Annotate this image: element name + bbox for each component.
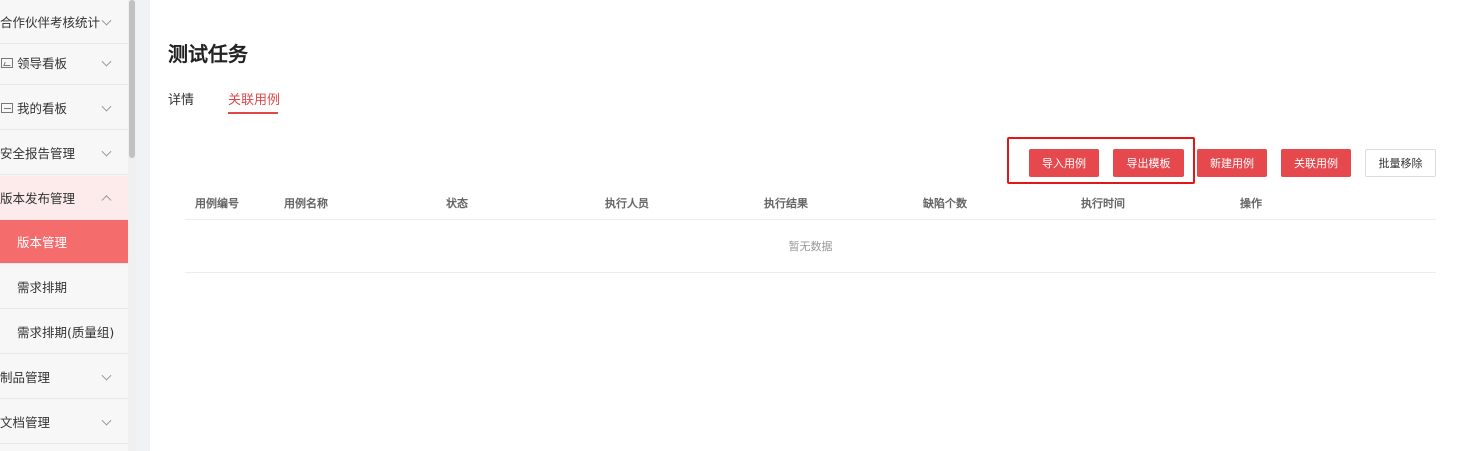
sidebar-item-version-management[interactable]: 版本管理 xyxy=(0,220,128,264)
chevron-down-icon xyxy=(101,370,112,381)
sidebar-item-label: 需求排期 xyxy=(17,280,68,295)
import-cases-button[interactable]: 导入用例 xyxy=(1029,149,1099,177)
sidebar-item-partner-stats[interactable]: 合作伙伴考核统计 xyxy=(0,0,128,44)
tab-detail[interactable]: 详情 xyxy=(168,89,194,108)
empty-placeholder: 暂无数据 xyxy=(788,240,833,253)
sidebar-item-label: 安全报告管理 xyxy=(0,146,76,161)
board-icon xyxy=(1,102,13,113)
link-cases-button[interactable]: 关联用例 xyxy=(1281,149,1351,177)
sidebar-item-leader-board[interactable]: 领导看板 xyxy=(0,41,128,85)
chevron-down-icon xyxy=(101,101,112,112)
sidebar-item-my-board[interactable]: 我的看板 xyxy=(0,86,128,130)
column-header: 状态 xyxy=(446,197,468,210)
scrollbar-thumb[interactable] xyxy=(129,0,135,158)
column-header: 用例名称 xyxy=(284,197,328,210)
sidebar-item-document-management[interactable]: 文档管理 xyxy=(0,400,128,444)
chevron-down-icon xyxy=(101,415,112,426)
chevron-down-icon xyxy=(101,15,112,26)
page-title: 测试任务 xyxy=(168,42,248,66)
sidebar-scrollbar[interactable] xyxy=(128,0,136,451)
chevron-down-icon xyxy=(101,146,112,157)
sidebar-item-requirement-schedule-qa[interactable]: 需求排期(质量组) xyxy=(0,310,128,354)
sidebar-item-label: 版本发布管理 xyxy=(0,191,76,206)
sidebar-item-label: 制品管理 xyxy=(0,370,51,385)
chevron-up-icon xyxy=(101,194,112,205)
sidebar-item-release-management[interactable]: 版本发布管理 xyxy=(0,176,128,220)
table-empty-row: 暂无数据 xyxy=(185,220,1436,273)
column-header: 执行人员 xyxy=(605,197,649,210)
column-header: 执行结果 xyxy=(764,197,808,210)
tab-linked-cases[interactable]: 关联用例 xyxy=(228,89,280,108)
export-template-button[interactable]: 导出模板 xyxy=(1113,149,1184,177)
column-header: 操作 xyxy=(1240,197,1262,210)
main-panel: 测试任务 详情 关联用例 导入用例 导出模板 新建用例 关联用例 批量移除 用例… xyxy=(150,0,1464,451)
sidebar-item-label: 领导看板 xyxy=(17,56,68,71)
batch-remove-button[interactable]: 批量移除 xyxy=(1365,149,1436,177)
sidebar-item-label: 需求排期(质量组) xyxy=(17,325,115,340)
sidebar-item-security-report[interactable]: 安全报告管理 xyxy=(0,131,128,175)
sidebar-item-requirement-schedule[interactable]: 需求排期 xyxy=(0,265,128,309)
sidebar: 合作伙伴考核统计 领导看板 我的看板 安全报告管理 版本发布管理 版本管理 需求… xyxy=(0,0,128,451)
column-header: 执行时间 xyxy=(1081,197,1125,210)
sidebar-item-artifact-management[interactable]: 制品管理 xyxy=(0,355,128,399)
sidebar-item-label: 文档管理 xyxy=(0,415,51,430)
active-tab-indicator xyxy=(228,112,278,114)
sidebar-item-label: 版本管理 xyxy=(17,235,68,250)
chevron-down-icon xyxy=(101,56,112,67)
column-header: 缺陷个数 xyxy=(923,197,967,210)
column-header: 用例编号 xyxy=(195,197,239,210)
chart-icon xyxy=(1,57,13,68)
sidebar-item-label: 我的看板 xyxy=(17,101,68,116)
sidebar-item-label: 合作伙伴考核统计 xyxy=(0,15,101,30)
table-header: 用例编号 用例名称 状态 执行人员 执行结果 缺陷个数 执行时间 操作 xyxy=(185,186,1436,220)
new-case-button[interactable]: 新建用例 xyxy=(1197,149,1267,177)
